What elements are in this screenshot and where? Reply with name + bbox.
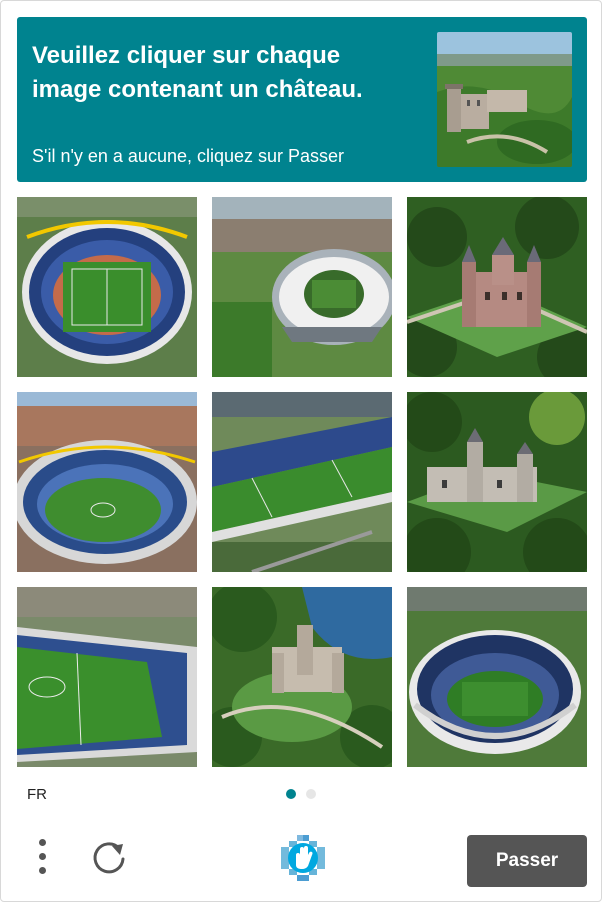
language-indicator[interactable]: FR	[27, 786, 47, 803]
image-tile-3[interactable]	[407, 197, 587, 377]
challenge-header: Veuillez cliquer sur chaque image conten…	[17, 17, 587, 182]
image-tile-7[interactable]	[17, 587, 197, 767]
image-tile-4[interactable]	[17, 392, 197, 572]
page-dot-1	[286, 789, 296, 799]
image-tile-6[interactable]	[407, 392, 587, 572]
challenge-prompt: Veuillez cliquer sur chaque image conten…	[32, 42, 363, 103]
image-tile-9[interactable]	[407, 587, 587, 767]
image-tile-1[interactable]	[17, 197, 197, 377]
skip-button[interactable]: Passer	[467, 835, 587, 887]
image-tile-5[interactable]	[212, 392, 392, 572]
image-tile-2[interactable]	[212, 197, 392, 377]
refresh-icon[interactable]	[89, 837, 131, 879]
captcha-widget: Veuillez cliquer sur chaque image conten…	[0, 0, 602, 902]
hcaptcha-hand-logo	[277, 835, 329, 881]
bottom-toolbar: Passer	[1, 821, 602, 903]
example-image	[437, 32, 572, 167]
challenge-instruction: S'il n'y en a aucune, cliquez sur Passer	[32, 146, 345, 166]
image-tile-8[interactable]	[212, 587, 392, 767]
kebab-menu-icon[interactable]	[29, 837, 57, 877]
image-grid	[17, 197, 587, 767]
page-dot-2	[306, 789, 316, 799]
